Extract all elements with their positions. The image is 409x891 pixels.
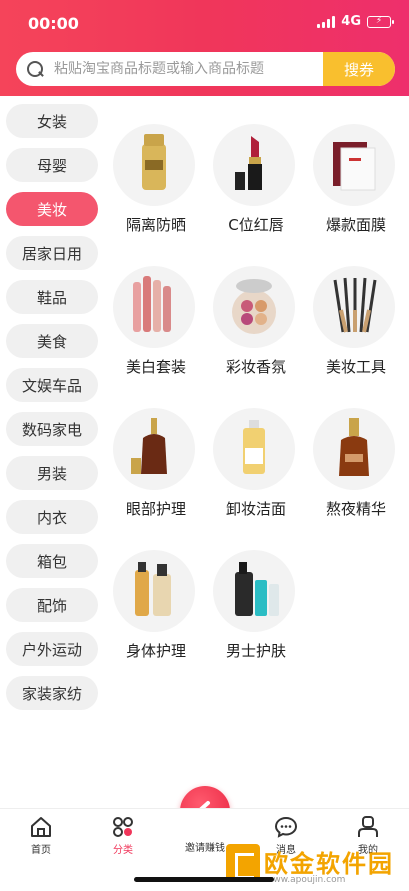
watermark-title: 欧金软件园 — [264, 850, 394, 878]
sidebar-item-womens[interactable]: 女装 — [6, 104, 98, 138]
category-icon — [111, 815, 135, 839]
subcategory-label: 美白套装 — [125, 358, 186, 376]
subcategory-label: 彩妆香氛 — [225, 358, 286, 376]
sidebar-item-outdoor[interactable]: 户外运动 — [6, 632, 98, 666]
home-indicator — [134, 877, 274, 882]
subcategory-item[interactable]: 美白套装 — [106, 238, 206, 376]
subcategory-label: 身体护理 — [125, 642, 186, 660]
message-icon — [274, 815, 298, 839]
subcategory-label: C位红唇 — [228, 216, 284, 234]
subcategory-label: 眼部护理 — [125, 500, 186, 518]
status-time: 00:00 — [28, 14, 79, 33]
body-care-icon — [113, 550, 195, 632]
eye-serum-icon — [113, 408, 195, 490]
subcategory-item[interactable]: 眼部护理 — [106, 380, 206, 518]
makeup-brushes-icon — [313, 266, 395, 348]
tab-home-label: 首页 — [31, 845, 51, 856]
sidebar-item-baby[interactable]: 母婴 — [6, 148, 98, 182]
search-coupon-button[interactable]: 搜券 — [323, 52, 395, 86]
subcategory-item[interactable]: 彩妆香氛 — [206, 238, 306, 376]
status-bar: 00:00 4G ⚡ — [0, 0, 409, 44]
subcategory-item[interactable]: 身体护理 — [106, 522, 206, 660]
sidebar-item-shoes[interactable]: 鞋品 — [6, 280, 98, 314]
subcategory-item[interactable]: 美妆工具 — [306, 238, 406, 376]
subcategory-item[interactable]: 熬夜精华 — [306, 380, 406, 518]
night-essence-icon — [313, 408, 395, 490]
home-icon — [29, 815, 53, 839]
watermark-url: www.apoujin.com — [266, 875, 346, 885]
subcategory-label: 卸妆洁面 — [225, 500, 286, 518]
subcategory-item[interactable]: 卸妆洁面 — [206, 380, 306, 518]
subcategory-label: 爆款面膜 — [325, 216, 386, 234]
subcategory-label: 隔离防晒 — [125, 216, 186, 234]
search-icon — [16, 52, 50, 86]
sidebar-item-bags[interactable]: 箱包 — [6, 544, 98, 578]
face-mask-icon — [313, 124, 395, 206]
sidebar-item-food[interactable]: 美食 — [6, 324, 98, 358]
subcategory-item[interactable]: 爆款面膜 — [306, 96, 406, 234]
search-input[interactable] — [50, 61, 323, 77]
sidebar-item-digital[interactable]: 数码家电 — [6, 412, 98, 446]
cleanser-icon — [213, 408, 295, 490]
status-indicators: 4G ⚡ — [317, 14, 394, 29]
sidebar-item-home-textiles[interactable]: 家装家纺 — [6, 676, 98, 710]
lipstick-icon — [213, 124, 295, 206]
whitening-set-icon — [113, 266, 195, 348]
tab-category[interactable]: 分类 — [93, 815, 153, 857]
search-bar[interactable]: 搜券 — [16, 52, 395, 86]
user-icon — [356, 815, 380, 839]
header: 00:00 4G ⚡ 搜券 — [0, 0, 409, 96]
makeup-palette-icon — [213, 266, 295, 348]
network-label: 4G — [341, 14, 361, 29]
tab-category-label: 分类 — [113, 845, 133, 856]
subcategory-item[interactable]: C位红唇 — [206, 96, 306, 234]
category-sidebar: 女装 母婴 美妆 居家日用 鞋品 美食 文娱车品 数码家电 男装 内衣 箱包 配… — [0, 96, 104, 796]
tab-home[interactable]: 首页 — [11, 815, 71, 857]
sidebar-item-household[interactable]: 居家日用 — [6, 236, 98, 270]
battery-icon: ⚡ — [367, 15, 394, 28]
signal-icon — [317, 15, 336, 28]
sidebar-item-accessories[interactable]: 配饰 — [6, 588, 98, 622]
sunscreen-icon — [113, 124, 195, 206]
subcategory-label: 熬夜精华 — [325, 500, 386, 518]
sidebar-item-underwear[interactable]: 内衣 — [6, 500, 98, 534]
subcategory-label: 男士护肤 — [225, 642, 286, 660]
sidebar-item-entertainment-car[interactable]: 文娱车品 — [6, 368, 98, 402]
sidebar-item-mens[interactable]: 男装 — [6, 456, 98, 490]
subcategory-item[interactable]: 男士护肤 — [206, 522, 306, 660]
subcategory-grid: 隔离防晒 C位红唇 爆款面膜 美白套装 彩妆香氛 美妆工具 眼部护理 卸妆洁面 … — [104, 96, 409, 716]
mens-skincare-icon — [213, 550, 295, 632]
sidebar-item-beauty[interactable]: 美妆 — [6, 192, 98, 226]
subcategory-item[interactable]: 隔离防晒 — [106, 96, 206, 234]
subcategory-label: 美妆工具 — [325, 358, 386, 376]
